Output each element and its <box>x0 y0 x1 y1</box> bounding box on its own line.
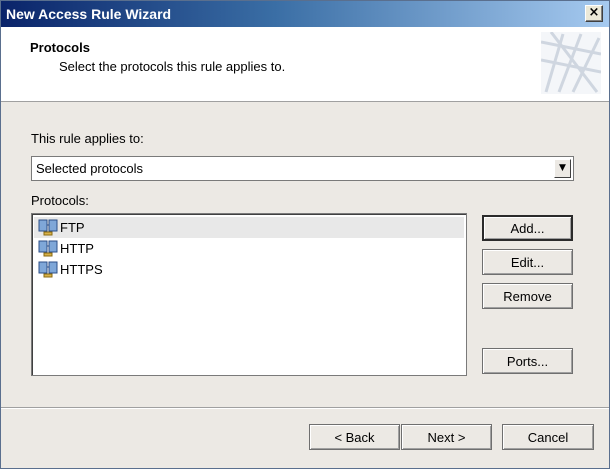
page-subtitle: Select the protocols this rule applies t… <box>59 59 286 74</box>
close-icon: × <box>588 5 600 20</box>
title-bar: New Access Rule Wizard × <box>1 1 609 27</box>
ports-button[interactable]: Ports... <box>482 348 573 374</box>
wizard-header: Protocols Select the protocols this rule… <box>1 27 609 102</box>
wizard-banner-icon <box>541 32 601 94</box>
protocols-list[interactable]: FTP HTTP HTTPS <box>31 213 467 376</box>
protocol-icon <box>38 240 58 257</box>
list-item-label: FTP <box>60 220 85 235</box>
list-item-ftp[interactable]: FTP <box>34 217 464 238</box>
protocols-label: Protocols: <box>31 193 89 208</box>
list-item-https[interactable]: HTTPS <box>34 259 464 280</box>
edit-button[interactable]: Edit... <box>482 249 573 275</box>
page-title: Protocols <box>30 40 90 55</box>
next-button[interactable]: Next > <box>401 424 492 450</box>
list-item-label: HTTPS <box>60 262 103 277</box>
window-title: New Access Rule Wizard <box>6 6 172 22</box>
wizard-window: New Access Rule Wizard × Protocols Selec… <box>0 0 610 469</box>
protocol-icon <box>38 261 58 278</box>
applies-select-value: Selected protocols <box>36 161 143 176</box>
protocol-icon <box>38 219 58 236</box>
back-button[interactable]: < Back <box>309 424 400 450</box>
remove-button[interactable]: Remove <box>482 283 573 309</box>
footer-divider <box>1 407 609 409</box>
list-item-label: HTTP <box>60 241 94 256</box>
chevron-down-icon[interactable]: ▼ <box>554 159 571 178</box>
applies-select[interactable]: Selected protocols ▼ <box>31 156 574 181</box>
applies-label: This rule applies to: <box>31 131 144 146</box>
add-button[interactable]: Add... <box>482 215 573 241</box>
close-button[interactable]: × <box>585 5 603 22</box>
list-item-http[interactable]: HTTP <box>34 238 464 259</box>
cancel-button[interactable]: Cancel <box>502 424 594 450</box>
